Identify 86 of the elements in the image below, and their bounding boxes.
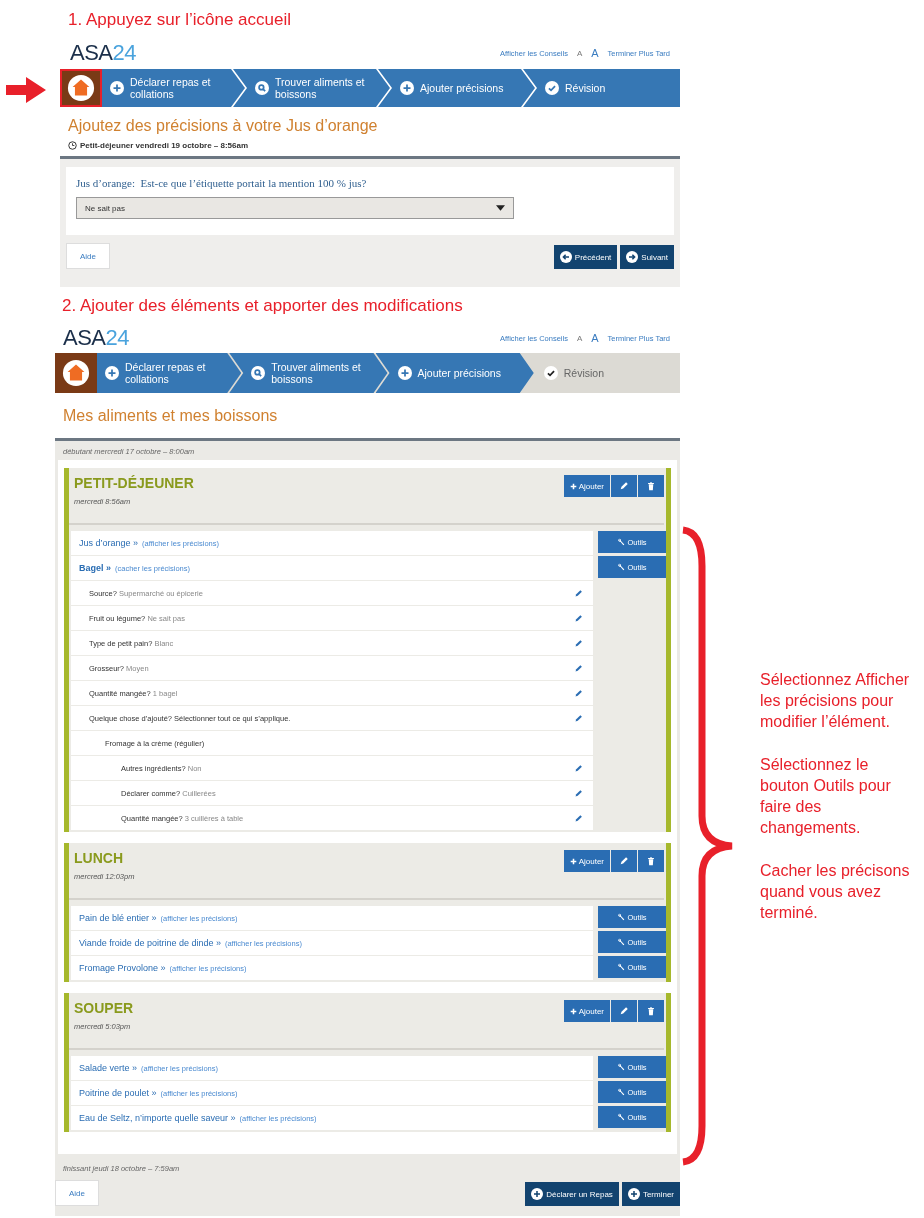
pencil-icon bbox=[574, 638, 583, 648]
plus-circle-icon bbox=[400, 81, 414, 95]
plus-circle-icon bbox=[110, 81, 124, 95]
pencil-icon bbox=[574, 663, 583, 673]
meal-title: LUNCH bbox=[74, 850, 124, 866]
plus-circle-icon bbox=[105, 366, 119, 380]
trash-icon bbox=[646, 1006, 656, 1016]
caret-icon bbox=[496, 205, 505, 211]
edit-button[interactable] bbox=[611, 475, 637, 497]
wrench-icon bbox=[617, 1063, 626, 1071]
instruction-note: Cacher les précisons quand vous avez terminé. bbox=[760, 861, 910, 923]
plus-icon bbox=[569, 482, 577, 490]
edit-button[interactable] bbox=[611, 850, 637, 872]
help-button[interactable]: Aide bbox=[55, 1180, 99, 1206]
action-button[interactable]: Terminer bbox=[621, 1182, 680, 1206]
pencil-icon bbox=[574, 713, 583, 723]
step-tab[interactable]: Trouver aliments et boissons bbox=[229, 353, 388, 393]
font-size-small-button[interactable]: A bbox=[576, 48, 583, 58]
page-heading: Mes aliments et mes boissons bbox=[63, 407, 279, 425]
instruction-note: Sélectionnez Afficher les précisions pour modifier l’élément. bbox=[760, 670, 910, 732]
wrench-icon bbox=[617, 563, 626, 571]
help-button[interactable]: Aide bbox=[66, 243, 110, 269]
answer-dropdown[interactable]: Ne sait pas bbox=[76, 197, 514, 219]
add-button[interactable]: Ajouter bbox=[563, 850, 610, 872]
instruction-title: 2. Ajouter des éléments et apporter des modifications bbox=[61, 295, 464, 317]
search-icon bbox=[255, 81, 269, 95]
plus-circle-icon bbox=[397, 366, 412, 380]
search-icon bbox=[251, 366, 266, 380]
plus-icon bbox=[569, 1007, 577, 1015]
action-button[interactable]: Suivant bbox=[620, 245, 674, 269]
action-button[interactable]: Précédent bbox=[553, 245, 618, 269]
trash-icon bbox=[646, 856, 656, 866]
check-circle-icon bbox=[543, 366, 558, 380]
delete-button[interactable] bbox=[638, 475, 664, 497]
pencil-icon bbox=[574, 613, 583, 623]
meal-title: PETIT-DÉJEUNER bbox=[74, 475, 194, 491]
edit-button[interactable] bbox=[611, 1000, 637, 1022]
pencil-icon bbox=[619, 1006, 629, 1016]
pencil-icon bbox=[619, 856, 629, 866]
arrow-left-icon bbox=[559, 251, 572, 263]
font-size-small-button[interactable]: A bbox=[576, 333, 583, 343]
arrow-right-icon bbox=[626, 251, 639, 263]
wrench-icon bbox=[617, 538, 626, 546]
font-size-large-button[interactable]: A bbox=[591, 332, 599, 344]
meal-info: Petit-déjeuner vendredi 19 octobre – 8:56am bbox=[80, 141, 249, 150]
add-button[interactable]: Ajouter bbox=[563, 1000, 610, 1022]
meal-title: SOUPER bbox=[74, 1000, 134, 1016]
instruction-note: Sélectionnez le bouton Outils pour faire des changements. bbox=[760, 755, 892, 838]
wrench-icon bbox=[617, 938, 626, 946]
logo: ASA24 bbox=[70, 40, 136, 66]
wrench-icon bbox=[617, 963, 626, 971]
page-heading: Ajoutez des précisions à votre Jus d’orange bbox=[68, 117, 379, 135]
step-tab[interactable]: Révision bbox=[523, 69, 680, 107]
pencil-icon bbox=[574, 688, 583, 698]
wrench-icon bbox=[617, 1113, 626, 1121]
clock-icon bbox=[68, 141, 77, 150]
pencil-icon bbox=[574, 763, 583, 773]
step-tab[interactable]: Ajouter précisions bbox=[375, 353, 534, 393]
home-icon bbox=[67, 74, 95, 102]
question-text: Jus d’orange: Est-ce que l’étiquette portait la mention 100 % jus? bbox=[76, 177, 368, 189]
pointer-arrow bbox=[6, 77, 46, 103]
step-tab[interactable]: Trouver aliments et boissons bbox=[233, 69, 390, 107]
wrench-icon bbox=[617, 913, 626, 921]
pencil-icon bbox=[574, 788, 583, 798]
pencil-icon bbox=[574, 813, 583, 823]
trash-icon bbox=[646, 481, 656, 491]
home-button[interactable] bbox=[55, 353, 97, 393]
step-tab[interactable]: Déclarer repas et collations bbox=[102, 69, 245, 107]
action-button[interactable]: Déclarer un Repas bbox=[525, 1182, 619, 1206]
delete-button[interactable] bbox=[638, 850, 664, 872]
wrench-icon bbox=[617, 1088, 626, 1096]
add-button[interactable]: Ajouter bbox=[563, 475, 610, 497]
pencil-icon bbox=[619, 481, 629, 491]
home-icon bbox=[62, 359, 90, 387]
plus-icon bbox=[569, 857, 577, 865]
logo: ASA24 bbox=[63, 325, 129, 351]
step-tab[interactable]: Déclarer repas et collations bbox=[97, 353, 242, 393]
pencil-icon bbox=[574, 588, 583, 598]
home-button[interactable] bbox=[60, 69, 102, 107]
plus-circle-icon bbox=[531, 1188, 544, 1200]
step-tab[interactable]: Ajouter précisions bbox=[378, 69, 535, 107]
font-size-large-button[interactable]: A bbox=[591, 47, 599, 59]
instruction-title: 1. Appuyez sur l’icône accueil bbox=[67, 9, 293, 31]
check-circle-icon bbox=[545, 81, 559, 95]
plus-circle-icon bbox=[627, 1188, 640, 1200]
delete-button[interactable] bbox=[638, 1000, 664, 1022]
